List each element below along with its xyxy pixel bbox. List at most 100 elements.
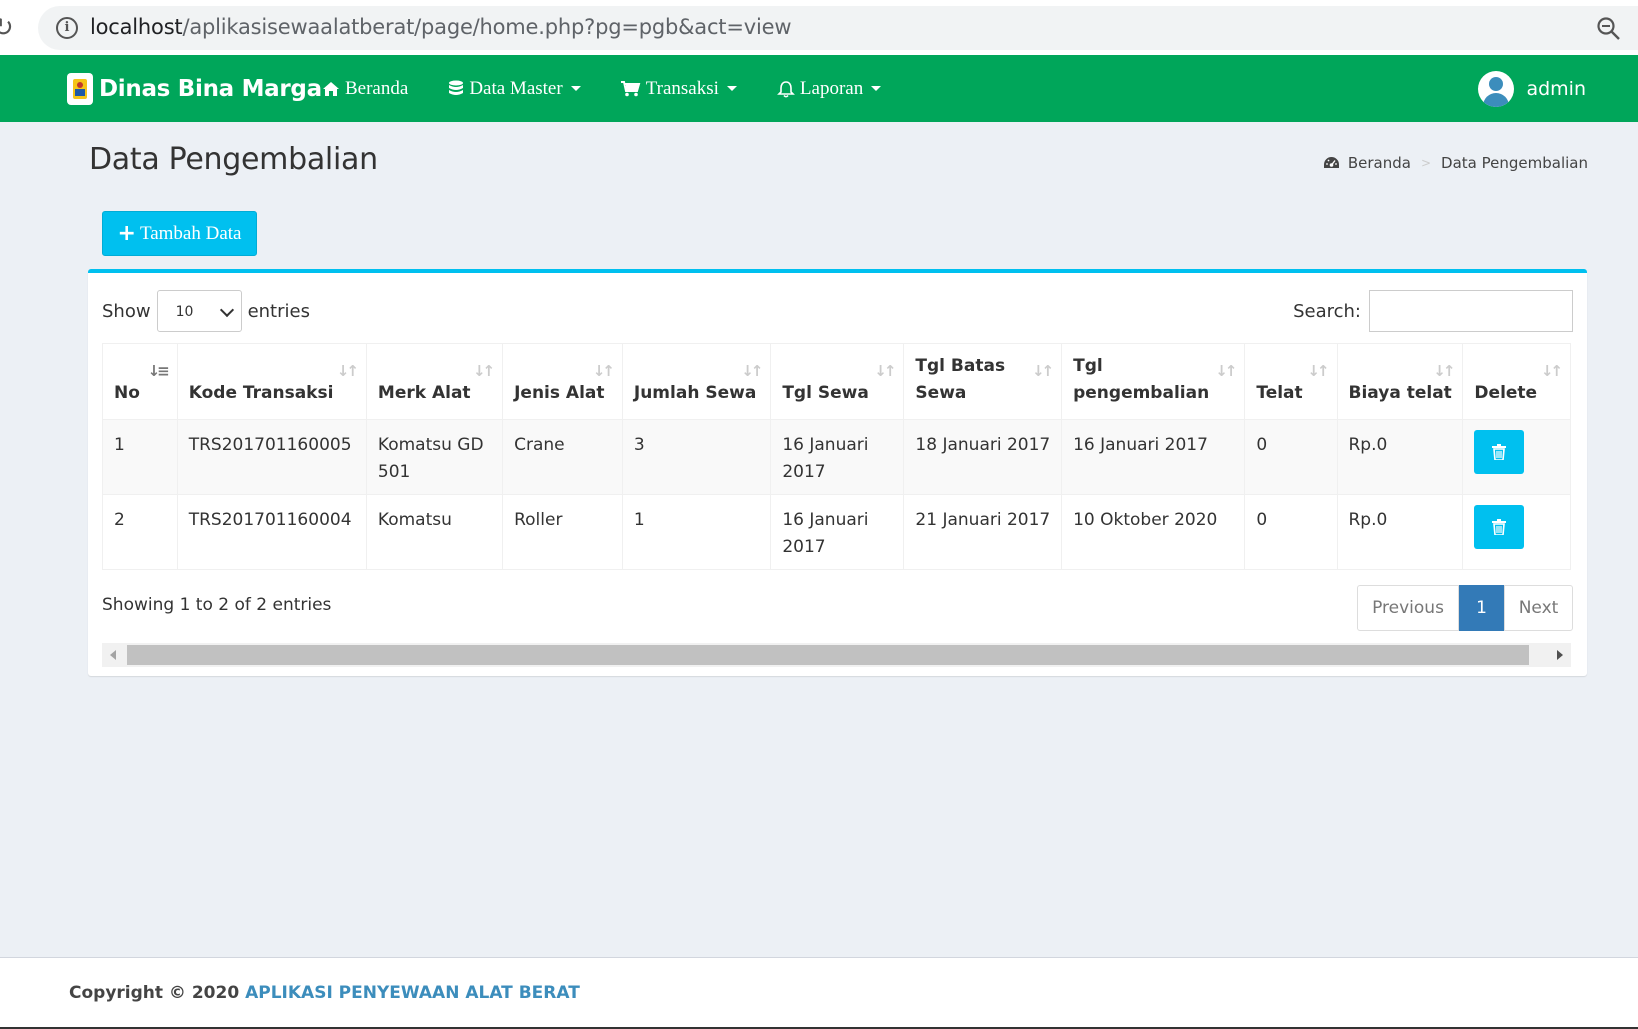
zoom-out-icon[interactable] [1596,16,1622,42]
url-text[interactable]: localhost/aplikasisewaalatberat/page/hom… [90,15,791,39]
nav-transaksi-label: Transaksi [645,77,719,99]
sort-icon: ↓↑ [1031,362,1054,380]
breadcrumb-separator: > [1420,156,1432,170]
info-icon[interactable]: i [56,17,78,39]
cell-no: 1 [102,419,178,495]
delete-button[interactable] [1474,505,1525,549]
column-header-telat[interactable]: Telat ↓↑ [1244,343,1338,420]
column-header-no[interactable]: No ↓≡ [102,343,178,420]
breadcrumb-home-link[interactable]: Beranda [1348,154,1411,172]
sort-icon: ↓↑ [336,362,359,380]
add-data-button[interactable]: + Tambah Data [102,211,257,256]
url-bar[interactable]: i localhost/aplikasisewaalatberat/page/h… [38,6,1638,50]
sort-icon: ↓↑ [741,362,763,380]
delete-button[interactable] [1474,430,1525,474]
chevron-down-icon [726,86,737,91]
bell-icon [776,80,795,98]
nav-data-master[interactable]: Data Master [448,77,581,100]
nav-laporan[interactable]: Laporan [776,77,882,100]
breadcrumb-current: Data Pengembalian [1441,154,1588,172]
next-page-button[interactable]: Next [1504,585,1573,631]
database-icon [448,80,464,98]
cell-telat: 0 [1244,419,1338,495]
cell-telat: 0 [1244,494,1338,570]
dashboard-icon [1323,156,1340,170]
reload-icon[interactable]: ↻ [0,12,22,42]
cell-merk-alat: Komatsu [365,494,504,570]
column-header-label: Kode Transaksi [188,383,334,403]
search-control: Search: [1293,290,1573,332]
cell-tgl-pengembalian: 10 Oktober 2020 [1061,494,1246,570]
avatar [1478,70,1515,107]
user-menu[interactable]: admin [1478,55,1586,122]
trash-icon [1492,519,1507,535]
sort-icon: ↓↑ [874,362,896,380]
sort-icon: ↓↑ [472,362,495,380]
column-header-merk-alat[interactable]: Merk Alat ↓↑ [365,343,504,420]
nav-data-master-label: Data Master [469,77,563,99]
table-header-row: No ↓≡ Kode Transaksi ↓↑ Merk Alat ↓↑ Jenis … [102,343,1571,420]
sort-icon: ↓↑ [1307,362,1329,380]
column-header-label: Telat [1256,383,1303,403]
url-host: localhost [90,15,183,39]
scroll-right-icon[interactable] [1557,650,1563,660]
footer-app-link[interactable]: APLIKASI PENYEWAAN ALAT BERAT [245,983,580,1003]
column-header-label: Tgl pengembalian [1073,356,1210,403]
add-data-label: Tambah Data [139,222,242,244]
pagination: Previous 1 Next [1357,585,1573,631]
show-label: Show [102,300,151,322]
cell-kode-transaksi: TRS201701160004 [176,494,367,570]
cell-tgl-batas-sewa: 18 Januari 2017 [903,419,1063,495]
scroll-left-icon[interactable] [110,650,116,660]
sort-asc-icon: ↓≡ [147,362,170,380]
url-path: /aplikasisewaalatberat/page/home.php?pg=… [182,15,792,39]
cell-biaya-telat: Rp.0 [1336,494,1464,570]
cell-jenis-alat: Crane [502,419,623,495]
search-label: Search: [1293,300,1361,322]
column-header-tgl-sewa[interactable]: Tgl Sewa ↓↑ [770,343,905,420]
data-table-box: Show 10 entries Search: No ↓≡ Kode Transa… [88,269,1587,676]
horizontal-scrollbar[interactable] [102,643,1571,667]
nav-transaksi[interactable]: Transaksi [620,77,737,100]
cell-jumlah-sewa: 1 [621,494,772,570]
home-icon [322,81,340,97]
cell-delete [1462,494,1571,570]
column-header-tgl-batas-sewa[interactable]: Tgl Batas Sewa ↓↑ [903,343,1063,420]
column-header-label: Biaya telat [1348,383,1452,403]
chevron-down-icon [871,86,882,91]
plus-icon: + [117,221,136,246]
cell-kode-transaksi: TRS201701160005 [176,419,367,495]
entries-select[interactable]: 10 [156,290,242,332]
cart-icon [620,80,641,97]
table-row: 1 TRS201701160005 Komatsu GD 501 Crane 3… [102,419,1571,495]
sort-icon: ↓↑ [1433,362,1455,380]
page-1-button[interactable]: 1 [1459,585,1504,631]
column-header-jumlah-sewa[interactable]: Jumlah Sewa ↓↑ [621,343,772,420]
brand-name: Dinas Bina Marga [99,75,322,102]
column-header-tgl-pengembalian[interactable]: Tgl pengembalian ↓↑ [1061,343,1246,420]
nav-laporan-label: Laporan [799,77,864,99]
cell-tgl-sewa: 16 Januari 2017 [770,419,905,495]
brand[interactable]: Dinas Bina Marga [67,55,322,122]
table-info: Showing 1 to 2 of 2 entries [102,595,332,615]
column-header-label: Jenis Alat [514,383,605,403]
footer: Copyright © 2020 APLIKASI PENYEWAAN ALAT… [0,957,1638,1029]
previous-page-button[interactable]: Previous [1357,585,1459,631]
nav-beranda[interactable]: Beranda [322,78,408,100]
sort-icon: ↓↑ [1540,362,1563,380]
column-header-label: Delete [1474,383,1538,403]
sort-icon: ↓↑ [592,362,615,380]
top-navbar: Dinas Bina Marga Beranda Data Master Tra… [0,55,1638,122]
cell-tgl-sewa: 16 Januari 2017 [770,494,905,570]
cell-tgl-pengembalian: 16 Januari 2017 [1061,419,1246,495]
entries-select-value: 10 [175,304,194,320]
trash-icon [1492,444,1507,460]
column-header-biaya-telat[interactable]: Biaya telat ↓↑ [1336,343,1464,420]
search-input[interactable] [1369,290,1573,332]
nav-beranda-label: Beranda [345,77,409,99]
column-header-kode-transaksi[interactable]: Kode Transaksi ↓↑ [176,343,367,420]
column-header-jenis-alat[interactable]: Jenis Alat ↓↑ [502,343,623,420]
column-header-delete[interactable]: Delete ↓↑ [1462,343,1571,420]
breadcrumb: Beranda > Data Pengembalian [1323,154,1588,172]
scrollbar-thumb[interactable] [127,645,1529,665]
